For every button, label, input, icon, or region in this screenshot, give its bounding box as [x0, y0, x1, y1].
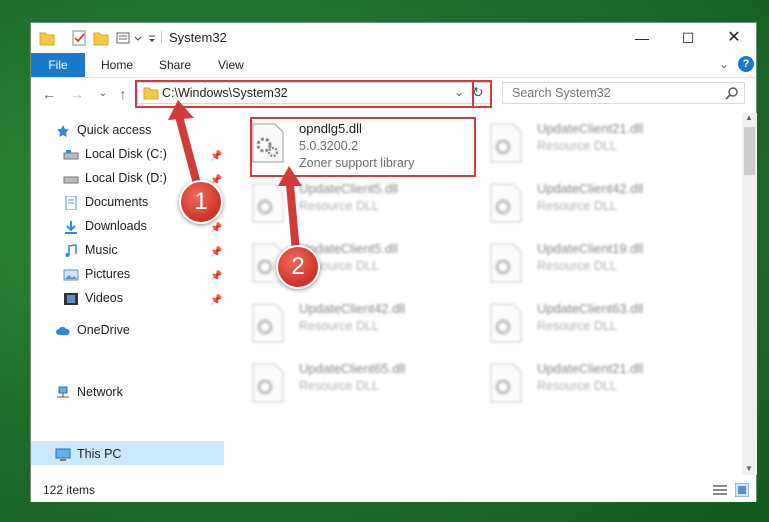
step-1-badge: 1: [179, 180, 223, 224]
arrow-2: [286, 181, 300, 256]
arrow-1-head: [168, 100, 194, 120]
arrow-2-head: [278, 166, 302, 186]
annotation-layer: [168, 100, 302, 256]
step-2-badge: 2: [276, 245, 320, 289]
arrow-1: [176, 116, 200, 184]
